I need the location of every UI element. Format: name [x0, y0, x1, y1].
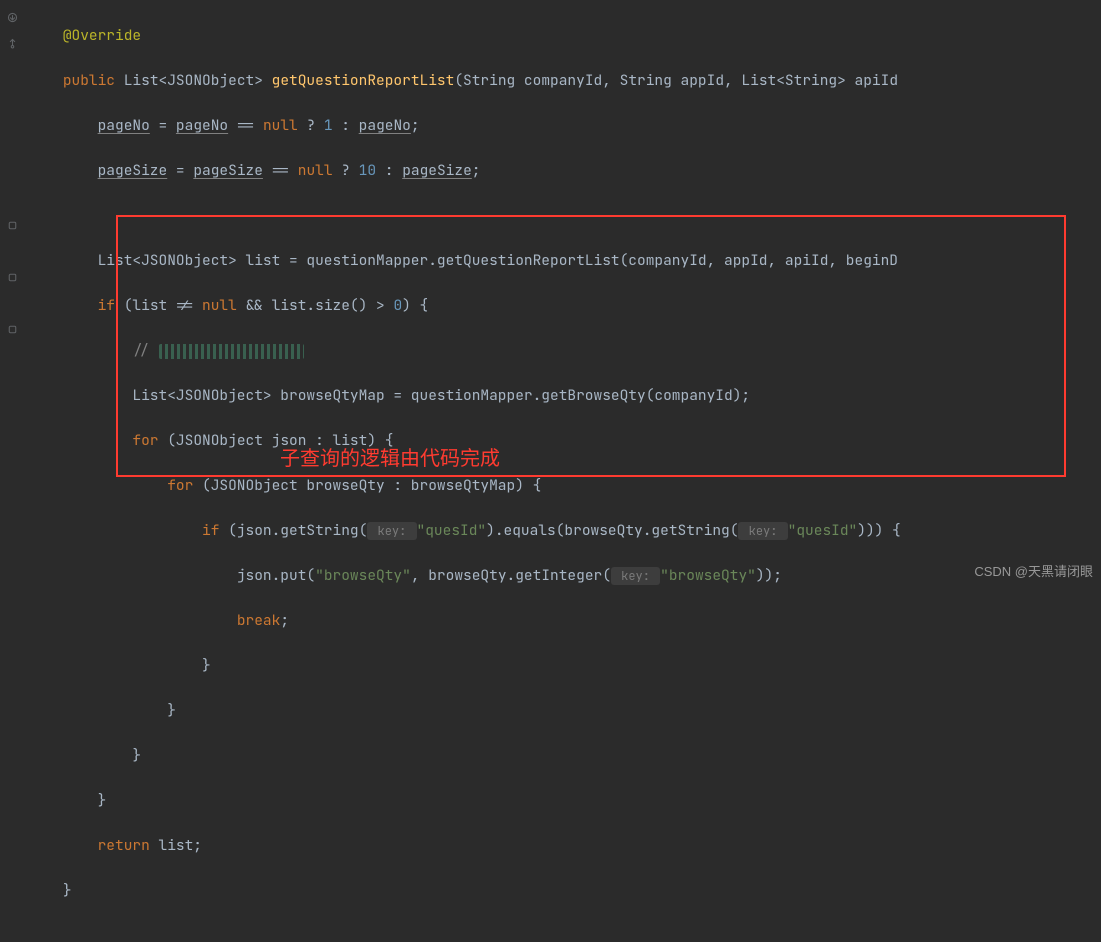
code-editor[interactable]: @Override public List<JSONObject> getQue… — [0, 0, 1101, 583]
code-line: for (JSONObject browseQty : browseQtyMap… — [28, 473, 1101, 499]
annotation-label: 子查询的逻辑由代码完成 — [280, 442, 500, 471]
code-line: List<JSONObject> list = questionMapper.g… — [28, 248, 1101, 274]
code-line: for (JSONObject json : list) { — [28, 428, 1101, 454]
code-line: if (json.getString( key: "quesId").equal… — [28, 518, 1101, 544]
code-line: } — [28, 878, 1101, 904]
override-icon[interactable] — [0, 4, 24, 30]
code-line: if (list != null && list.size() > 0) { — [28, 293, 1101, 319]
code-line: } — [28, 698, 1101, 724]
implements-icon[interactable] — [0, 30, 24, 56]
code-line: return list; — [28, 833, 1101, 859]
code-line: json.put("browseQty", browseQty.getInteg… — [28, 563, 1101, 589]
param-hint: key: — [367, 522, 416, 540]
code-line: } — [28, 788, 1101, 814]
code-line: break; — [28, 608, 1101, 634]
redacted-comment — [159, 344, 304, 359]
code-line: // — [28, 338, 1101, 364]
code-line: } — [28, 653, 1101, 679]
code-line: pageNo = pageNo == null ? 1 : pageNo; — [28, 113, 1101, 139]
code-line — [28, 203, 1101, 229]
gutter — [0, 0, 24, 583]
code-area[interactable]: @Override public List<JSONObject> getQue… — [24, 0, 1101, 583]
code-line: public List<JSONObject> getQuestionRepor… — [28, 68, 1101, 94]
watermark: CSDN @天黑请闭眼 — [974, 561, 1093, 580]
gutter-marker-icon[interactable] — [0, 316, 24, 342]
code-line: pageSize = pageSize == null ? 10 : pageS… — [28, 158, 1101, 184]
gutter-marker-icon[interactable] — [0, 212, 24, 238]
code-line: } — [28, 743, 1101, 769]
param-hint: key: — [738, 522, 787, 540]
gutter-marker-icon[interactable] — [0, 264, 24, 290]
param-hint: key: — [611, 567, 660, 585]
code-line: @Override — [28, 23, 1101, 49]
code-line: List<JSONObject> browseQtyMap = question… — [28, 383, 1101, 409]
